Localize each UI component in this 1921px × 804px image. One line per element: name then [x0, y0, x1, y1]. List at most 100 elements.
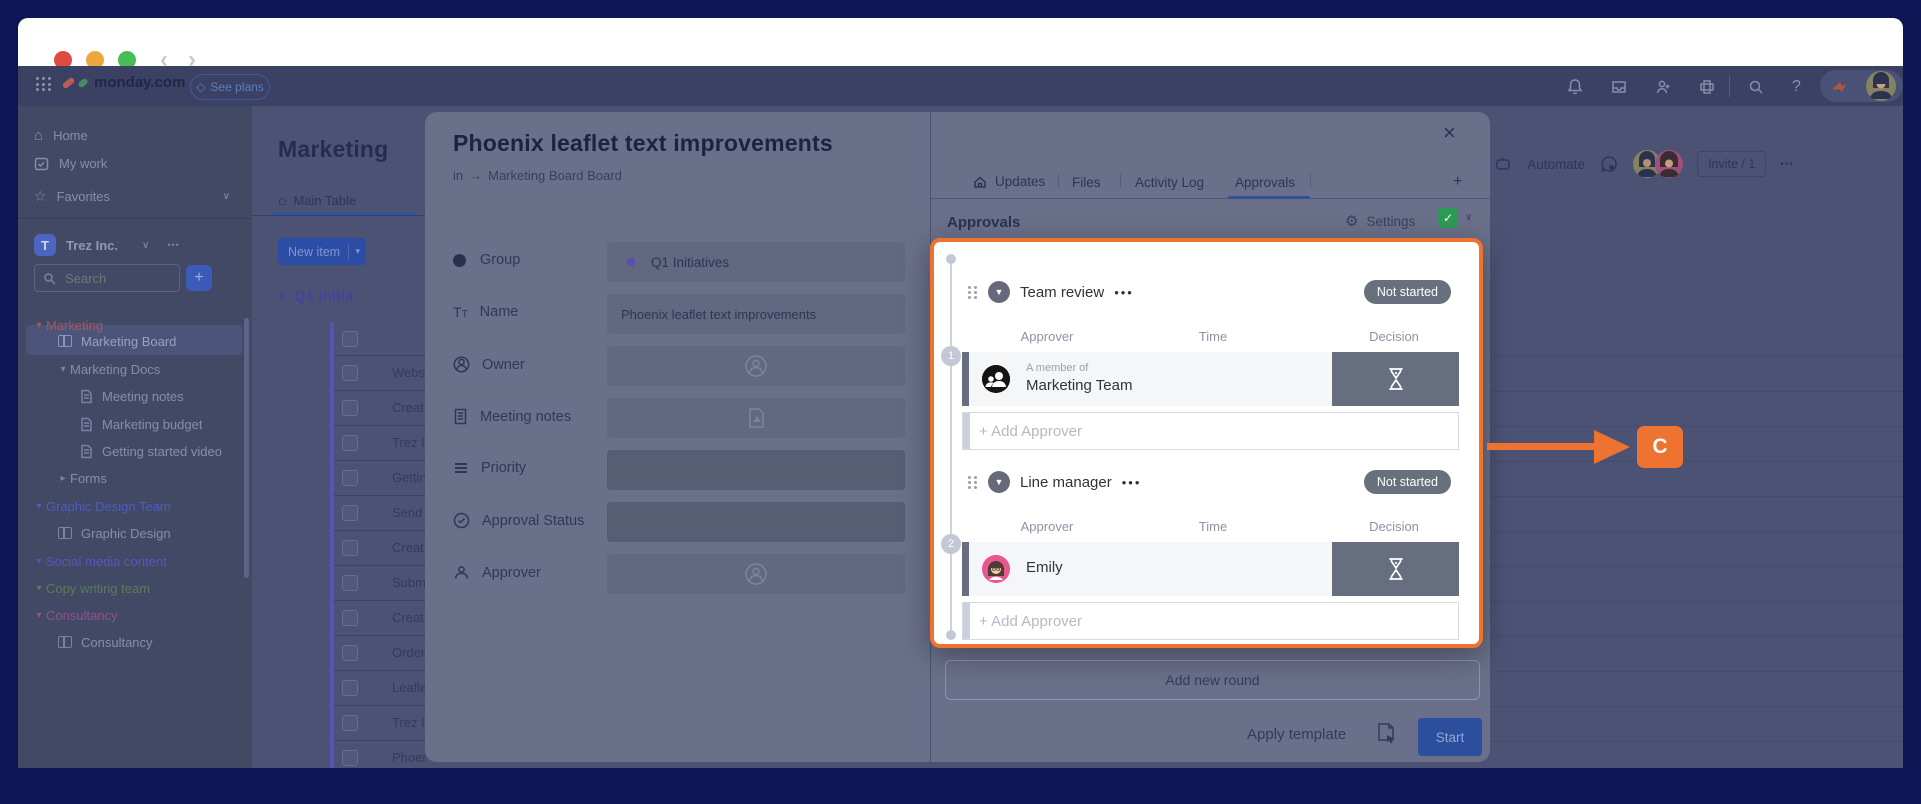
sidebar-item-forms[interactable]: ▸Forms [18, 465, 252, 491]
approvals-settings[interactable]: ⚙ Settings [1345, 212, 1415, 230]
drag-handle-icon[interactable] [968, 286, 978, 299]
row-checkbox[interactable] [342, 610, 358, 626]
tab-files[interactable]: Files [1072, 175, 1101, 190]
table-row[interactable]: Send [334, 496, 425, 531]
tab-activity-log[interactable]: Activity Log [1135, 175, 1204, 190]
workspace-switcher[interactable]: T Trez Inc. ∨ ••• [18, 230, 252, 260]
row-checkbox[interactable] [342, 680, 358, 696]
row-checkbox[interactable] [342, 470, 358, 486]
chat-icon[interactable] [1599, 154, 1619, 174]
monday-logo[interactable]: monday.com [62, 74, 185, 91]
decision-cell[interactable] [1332, 352, 1459, 406]
board-more-icon[interactable]: ••• [1780, 159, 1794, 170]
see-plans-button[interactable]: ◇ See plans [190, 74, 270, 100]
invite-button[interactable]: Invite / 1 [1697, 151, 1766, 177]
field-priority-value[interactable] [607, 450, 905, 490]
user-avatar[interactable] [1866, 71, 1896, 101]
tab-main-table[interactable]: ⌂ Main Table [278, 192, 356, 208]
notifications-bell-icon[interactable] [1566, 78, 1584, 96]
sidebar-item-marketing-board[interactable]: Marketing Board [18, 328, 252, 354]
apply-template-label[interactable]: Apply template [1247, 726, 1346, 743]
sidebar-search[interactable] [34, 264, 180, 292]
workspace-more-icon[interactable]: ••• [167, 240, 179, 250]
drag-handle-icon[interactable] [968, 476, 978, 489]
automate-label[interactable]: Automate [1527, 157, 1585, 172]
field-meeting-notes-value[interactable] [607, 398, 905, 438]
start-button[interactable]: Start [1418, 718, 1482, 756]
field-owner-value[interactable] [607, 346, 905, 386]
sidebar-item-meeting-notes[interactable]: Meeting notes [18, 383, 252, 409]
tab-approvals[interactable]: Approvals [1235, 175, 1295, 190]
add-approver-row[interactable] [962, 412, 1459, 450]
group-title[interactable]: ∨ Q1 Initia [278, 288, 425, 305]
row-checkbox[interactable] [342, 365, 358, 381]
field-approver-value[interactable] [607, 554, 905, 594]
sidebar-item-consultancy-group[interactable]: ▾Consultancy [18, 602, 252, 628]
collapse-round-icon[interactable]: ▼ [988, 281, 1010, 303]
table-row[interactable]: Trez I [334, 426, 425, 461]
expand-icon[interactable]: › [374, 470, 377, 481]
sidebar-item-marketing-docs[interactable]: ▾Marketing Docs [18, 356, 252, 382]
sidebar-item-marketing-budget[interactable]: Marketing budget [18, 411, 252, 437]
approval-checkbox[interactable]: ✓ [1438, 208, 1458, 228]
field-name-value[interactable]: Phoenix leaflet text improvements [607, 294, 905, 334]
add-approver-input[interactable] [977, 413, 1437, 449]
invite-members-icon[interactable] [1654, 78, 1672, 96]
new-item-button[interactable]: New item ▾ [278, 238, 366, 265]
field-approval-status-value[interactable] [607, 502, 905, 542]
sidebar-item-home[interactable]: ⌂ Home [18, 122, 252, 148]
add-tab-button[interactable]: + [1453, 173, 1462, 191]
board-subscribers[interactable] [1633, 150, 1683, 178]
add-approver-input[interactable] [977, 603, 1437, 639]
table-row[interactable]: Creat [334, 601, 425, 636]
help-icon[interactable]: ? [1792, 78, 1801, 96]
add-approver-row[interactable] [962, 602, 1459, 640]
sidebar-item-copy-writing-team[interactable]: ▾Copy writing team [18, 575, 252, 601]
approver-row[interactable]: A member of Marketing Team [962, 352, 1459, 406]
chevron-down-icon[interactable]: ▾ [349, 246, 366, 257]
add-board-button[interactable]: + [186, 265, 212, 291]
table-row[interactable]: Order [334, 636, 425, 671]
table-row[interactable]: Leafle [334, 671, 425, 706]
apply-template-icon[interactable] [1375, 722, 1397, 746]
table-row[interactable]: Phoen [334, 741, 425, 768]
sidebar-item-social-media-content[interactable]: ▾Social media content [18, 548, 252, 574]
row-checkbox[interactable] [342, 400, 358, 416]
field-group-value[interactable]: Q1 Initiatives [607, 242, 905, 282]
sidebar-item-graphic-design[interactable]: Graphic Design [18, 520, 252, 546]
inbox-icon[interactable] [1610, 78, 1628, 96]
row-checkbox[interactable] [342, 505, 358, 521]
tab-updates[interactable]: Updates [973, 174, 1045, 189]
collapse-round-icon[interactable]: ▼ [988, 471, 1010, 493]
round-menu-icon[interactable]: ••• [1114, 285, 1134, 300]
row-checkbox[interactable] [342, 750, 358, 766]
sidebar-item-getting-started-video[interactable]: Getting started video … [18, 438, 252, 464]
close-icon[interactable]: × [1443, 120, 1456, 146]
sidebar-scrollbar[interactable] [244, 318, 249, 578]
table-row[interactable]: Trez I [334, 706, 425, 741]
sidebar-item-graphic-design-team[interactable]: ▾Graphic Design Team [18, 493, 252, 519]
sidebar-item-consultancy-board[interactable]: Consultancy [18, 629, 252, 655]
row-checkbox[interactable] [342, 645, 358, 661]
apps-grid-icon[interactable] [36, 77, 52, 93]
breadcrumb-board-link[interactable]: Marketing Board Board [488, 168, 622, 183]
table-row[interactable]: Creat [334, 531, 425, 566]
apps-marketplace-icon[interactable] [1698, 78, 1716, 96]
row-checkbox[interactable] [342, 540, 358, 556]
table-row[interactable]: ›Gettin [334, 461, 425, 496]
round-menu-icon[interactable]: ••• [1122, 475, 1142, 490]
approver-row[interactable]: Emily [962, 542, 1459, 596]
row-checkbox[interactable] [342, 331, 358, 347]
decision-cell[interactable] [1332, 542, 1459, 596]
table-row[interactable]: Subm [334, 566, 425, 601]
row-checkbox[interactable] [342, 435, 358, 451]
search-icon[interactable] [1747, 78, 1765, 96]
add-new-round-button[interactable]: Add new round [945, 660, 1480, 700]
table-row[interactable]: Websi [334, 356, 425, 391]
search-input[interactable] [63, 266, 175, 290]
row-checkbox[interactable] [342, 575, 358, 591]
sidebar-item-my-work[interactable]: My work [18, 150, 252, 176]
chevron-down-icon[interactable]: ∨ [1465, 212, 1472, 223]
sidebar-item-favorites[interactable]: ☆ Favorites ∨ [18, 183, 252, 209]
table-row[interactable]: Creat [334, 391, 425, 426]
